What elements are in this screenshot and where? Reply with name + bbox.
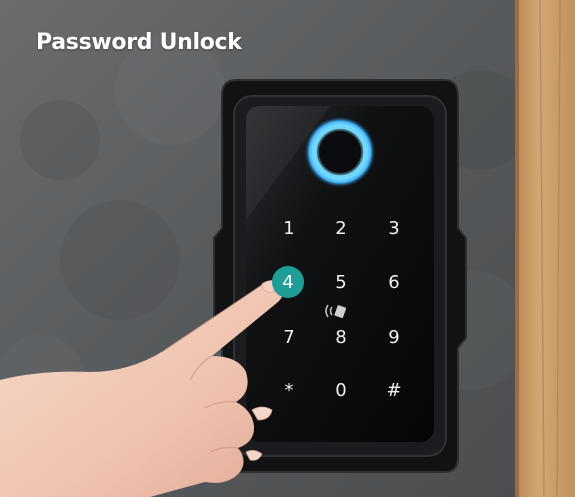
- key-5[interactable]: 5: [326, 267, 356, 297]
- key-7[interactable]: 7: [274, 322, 304, 352]
- key-6[interactable]: 6: [379, 267, 409, 297]
- scene: [0, 0, 575, 497]
- key-4[interactable]: 4: [272, 266, 304, 298]
- key-0[interactable]: 0: [326, 375, 356, 405]
- key-9[interactable]: 9: [379, 322, 409, 352]
- wood-frame: [515, 0, 575, 497]
- key-1[interactable]: 1: [274, 213, 304, 243]
- key-star[interactable]: *: [274, 375, 304, 405]
- key-3[interactable]: 3: [379, 213, 409, 243]
- caption-title: Password Unlock: [36, 30, 242, 55]
- product-photo: 1 2 3 4 5 6 7 8 9 * 0 # Password Unlock: [0, 0, 575, 497]
- key-2[interactable]: 2: [326, 213, 356, 243]
- key-hash[interactable]: #: [379, 375, 409, 405]
- key-8[interactable]: 8: [326, 322, 356, 352]
